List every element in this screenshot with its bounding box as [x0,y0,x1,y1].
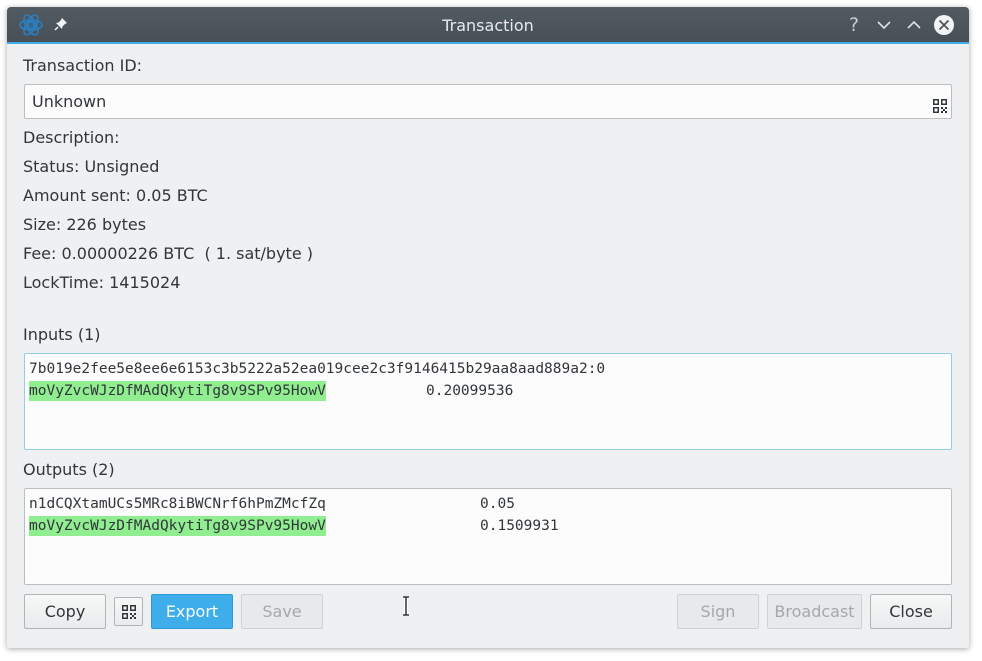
qr-code-icon[interactable] [933,99,947,113]
help-button[interactable]: ? [843,14,865,36]
input-address: moVyZvcWJzDfMAdQkytiTg8v9SPv95HowV [29,381,326,401]
output-amount: 0.05 [480,496,515,512]
show-qr-button[interactable] [114,597,143,626]
qr-code-icon [121,604,136,619]
title-bar[interactable]: B Transaction ? [7,7,969,44]
inputs-list[interactable]: 7b019e2fee5e8ee6e6153c3b5222a52ea019cee2… [24,353,952,450]
output-address: moVyZvcWJzDfMAdQkytiTg8v9SPv95HowV [29,516,326,536]
export-button[interactable]: Export [151,594,233,629]
transaction-dialog: B Transaction ? Transaction ID: Unknown [7,7,969,648]
txid-field[interactable]: Unknown [24,84,952,119]
inputs-label: Inputs (1) [23,325,101,344]
sign-button[interactable]: Sign [677,594,759,629]
size-label: Size: 226 bytes [23,215,147,234]
minimize-button[interactable] [873,14,895,36]
close-window-button[interactable] [933,14,955,36]
save-button[interactable]: Save [241,594,323,629]
txid-label: Transaction ID: [23,56,143,75]
broadcast-button[interactable]: Broadcast [767,594,862,629]
close-button[interactable]: Close [870,594,952,629]
output-address: n1dCQXtamUCs5MRc8iBWCNrf6hPmZMcfZq [29,496,326,512]
copy-button[interactable]: Copy [24,594,106,629]
window-title: Transaction [442,16,534,35]
description-label: Description: [23,128,120,147]
output-amount: 0.1509931 [480,518,559,534]
maximize-button[interactable] [903,14,925,36]
input-amount: 0.20099536 [426,383,514,399]
status-label: Status: Unsigned [23,157,160,176]
txid-value: Unknown [32,92,107,111]
text-cursor-icon [403,596,409,616]
outputs-label: Outputs (2) [23,460,115,479]
locktime-label: LockTime: 1415024 [23,273,181,292]
fee-label: Fee: 0.00000226 BTC ( 1. sat/byte ) [23,244,313,263]
input-prevout: 7b019e2fee5e8ee6e6153c3b5222a52ea019cee2… [29,361,606,377]
amount-sent-label: Amount sent: 0.05 BTC [23,186,208,205]
outputs-list[interactable]: n1dCQXtamUCs5MRc8iBWCNrf6hPmZMcfZq 0.05 … [24,488,952,585]
